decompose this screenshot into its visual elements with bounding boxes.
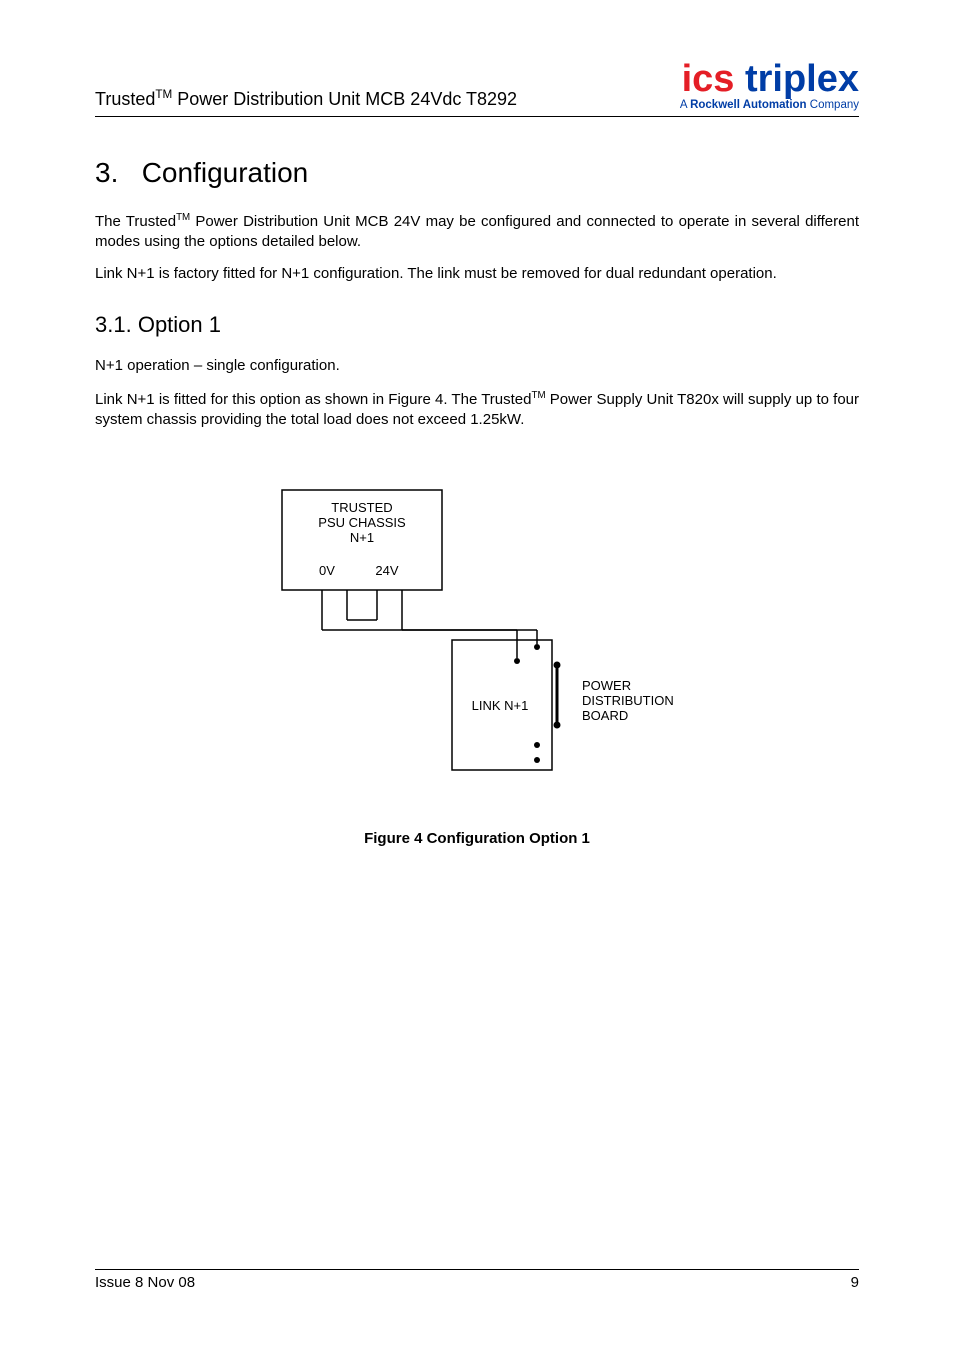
paragraph-2: Link N+1 is factory fitted for N+1 confi… (95, 264, 859, 284)
figure-caption: Figure 4 Configuration Option 1 (364, 830, 590, 847)
para1-prefix: The Trusted (95, 213, 176, 230)
paragraph-1: The TrustedTM Power Distribution Unit MC… (95, 211, 859, 253)
section-number: 3. (95, 157, 118, 188)
page-footer: Issue 8 Nov 08 9 (95, 1269, 859, 1291)
section-title: Configuration (142, 157, 309, 188)
page-header: TrustedTM Power Distribution Unit MCB 24… (95, 60, 859, 117)
section-heading: 3. Configuration (95, 157, 859, 189)
doc-title-prefix: Trusted (95, 89, 155, 109)
link-label: LINK N+1 (472, 698, 529, 713)
doc-title-tm: TM (155, 88, 172, 101)
board-line3: BOARD (582, 708, 628, 723)
footer-issue: Issue 8 Nov 08 (95, 1274, 195, 1291)
logo-sub-prefix: A (680, 99, 690, 111)
board-line2: DISTRIBUTION (582, 693, 674, 708)
logo-sub-suffix: Company (807, 99, 859, 111)
figure-4: TRUSTED PSU CHASSIS N+1 0V 24V LINK N+1 … (95, 480, 859, 847)
psu-line1: TRUSTED (331, 500, 392, 515)
paragraph-4: Link N+1 is fitted for this option as sh… (95, 389, 859, 431)
label-0v: 0V (319, 563, 335, 578)
logo-subtitle: A Rockwell Automation Company (680, 100, 859, 112)
para1-suffix: Power Distribution Unit MCB 24V may be c… (95, 213, 859, 250)
board-line1: POWER (582, 678, 631, 693)
subsection-heading: 3.1. Option 1 (95, 312, 859, 338)
para4-prefix: Link N+1 is fitted for this option as sh… (95, 391, 532, 408)
figure-4-diagram: TRUSTED PSU CHASSIS N+1 0V 24V LINK N+1 … (262, 480, 692, 790)
para4-tm: TM (532, 390, 546, 401)
logo-ics: ics (682, 58, 735, 100)
psu-line2: PSU CHASSIS (318, 515, 406, 530)
logo: ics triplex A Rockwell Automation Compan… (680, 60, 859, 112)
subsection-number: 3.1. (95, 312, 132, 337)
subsection-title: Option 1 (138, 312, 221, 337)
logo-triplex: triplex (734, 58, 859, 100)
doc-title: TrustedTM Power Distribution Unit MCB 24… (95, 88, 517, 112)
paragraph-3: N+1 operation – single configuration. (95, 356, 859, 376)
psu-line3: N+1 (350, 530, 374, 545)
logo-sub-bold: Rockwell Automation (690, 99, 807, 111)
para1-tm: TM (176, 212, 190, 223)
label-24v: 24V (375, 563, 398, 578)
logo-top: ics triplex (680, 60, 859, 98)
doc-title-suffix: Power Distribution Unit MCB 24Vdc T8292 (172, 89, 517, 109)
page-number: 9 (851, 1274, 859, 1291)
